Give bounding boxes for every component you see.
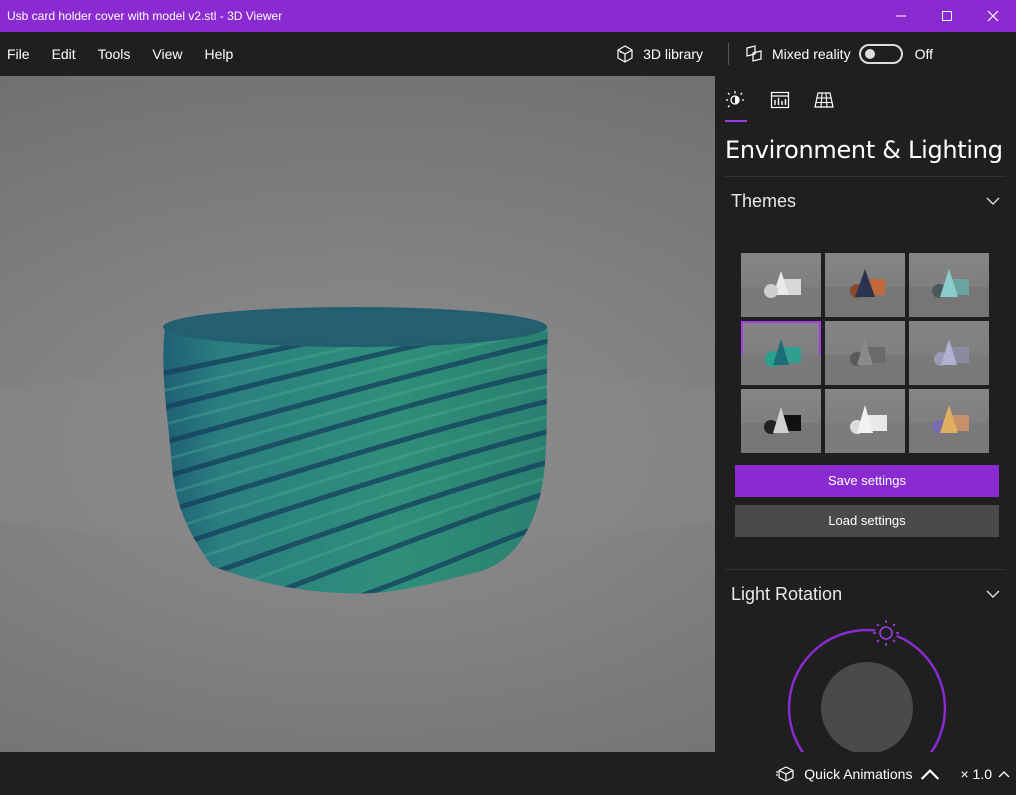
- animation-speed-label: × 1.0: [960, 765, 992, 782]
- mixed-reality-label: Mixed reality: [771, 46, 851, 62]
- theme-thumb-9[interactable]: [909, 389, 989, 453]
- theme-thumb-4[interactable]: [741, 321, 821, 385]
- mixed-reality-state: Off: [914, 46, 933, 62]
- library-button[interactable]: 3D library: [615, 44, 728, 64]
- menu-file[interactable]: File: [0, 32, 41, 76]
- 3d-viewport[interactable]: [0, 76, 715, 752]
- theme-thumb-2[interactable]: [825, 253, 905, 317]
- themes-grid: [741, 253, 1016, 453]
- theme-thumb-6[interactable]: [909, 321, 989, 385]
- light-rotation-header[interactable]: Light Rotation: [715, 570, 1016, 618]
- model-render: [0, 307, 715, 594]
- status-bar: Quick Animations × 1.0: [0, 752, 1016, 795]
- animation-icon: [776, 765, 794, 782]
- light-rotation-label: Light Rotation: [731, 583, 843, 604]
- animation-speed-button[interactable]: × 1.0: [960, 766, 1010, 782]
- theme-preview: [909, 339, 989, 385]
- lighting-icon: [726, 91, 744, 108]
- theme-preview: [741, 339, 821, 385]
- close-button[interactable]: [970, 0, 1016, 32]
- toggle-knob: [864, 49, 875, 59]
- menu-view[interactable]: View: [141, 32, 193, 76]
- load-settings-button[interactable]: Load settings: [735, 505, 999, 537]
- menu-help[interactable]: Help: [193, 32, 244, 76]
- chevron-up-icon: [921, 768, 940, 780]
- theme-preview: [909, 405, 989, 453]
- mixed-reality-icon: [746, 45, 762, 62]
- theme-preview: [825, 405, 905, 453]
- side-panel: Environment & Lighting Themes Save setti…: [715, 76, 1016, 752]
- mixed-reality-button[interactable]: Mixed reality: [744, 44, 851, 64]
- theme-preview: [825, 269, 905, 317]
- chevron-down-icon: [986, 197, 1000, 205]
- cube-icon: [617, 45, 633, 63]
- close-icon: [987, 10, 999, 22]
- theme-preview: [909, 269, 989, 317]
- tab-grid[interactable]: [813, 76, 835, 122]
- light-rotation-dial[interactable]: [715, 618, 1016, 752]
- maximize-icon: [942, 11, 952, 21]
- menu-tools[interactable]: Tools: [87, 32, 142, 76]
- theme-preview: [741, 407, 821, 453]
- theme-thumb-8[interactable]: [825, 389, 905, 453]
- quick-animations-button[interactable]: Quick Animations: [776, 765, 940, 783]
- theme-thumb-5[interactable]: [825, 321, 905, 385]
- minimize-button[interactable]: [878, 0, 924, 32]
- menu-separator: [727, 43, 729, 65]
- mixed-reality-toggle[interactable]: [858, 44, 903, 64]
- themes-label: Themes: [731, 190, 797, 211]
- theme-thumb-3[interactable]: [909, 253, 989, 317]
- panel-tabs: [715, 76, 1016, 122]
- title-bar: Usb card holder cover with model v2.stl …: [0, 0, 1016, 32]
- sun-icon[interactable]: [873, 620, 899, 646]
- maximize-button[interactable]: [924, 0, 970, 32]
- stats-icon: [770, 91, 790, 109]
- light-dial-graphic: [787, 620, 947, 752]
- tab-lighting[interactable]: [725, 76, 747, 122]
- library-label: 3D library: [643, 46, 703, 62]
- theme-preview: [825, 339, 905, 385]
- quick-animations-label: Quick Animations: [804, 765, 913, 782]
- chevron-down-icon: [986, 590, 1000, 598]
- window-title: Usb card holder cover with model v2.stl …: [7, 9, 283, 23]
- theme-thumb-1[interactable]: [741, 253, 821, 317]
- save-settings-button[interactable]: Save settings: [735, 465, 999, 497]
- menu-bar: File Edit Tools View Help 3D library Mix…: [0, 32, 1016, 76]
- grid-icon: [814, 92, 834, 108]
- themes-header[interactable]: Themes: [715, 177, 1016, 225]
- theme-preview: [741, 271, 821, 317]
- tab-stats[interactable]: [769, 76, 791, 122]
- menu-edit[interactable]: Edit: [41, 32, 87, 76]
- panel-heading: Environment & Lighting: [725, 136, 1003, 164]
- theme-thumb-7[interactable]: [741, 389, 821, 453]
- chevron-up-icon: [998, 770, 1010, 777]
- minimize-icon: [896, 15, 906, 17]
